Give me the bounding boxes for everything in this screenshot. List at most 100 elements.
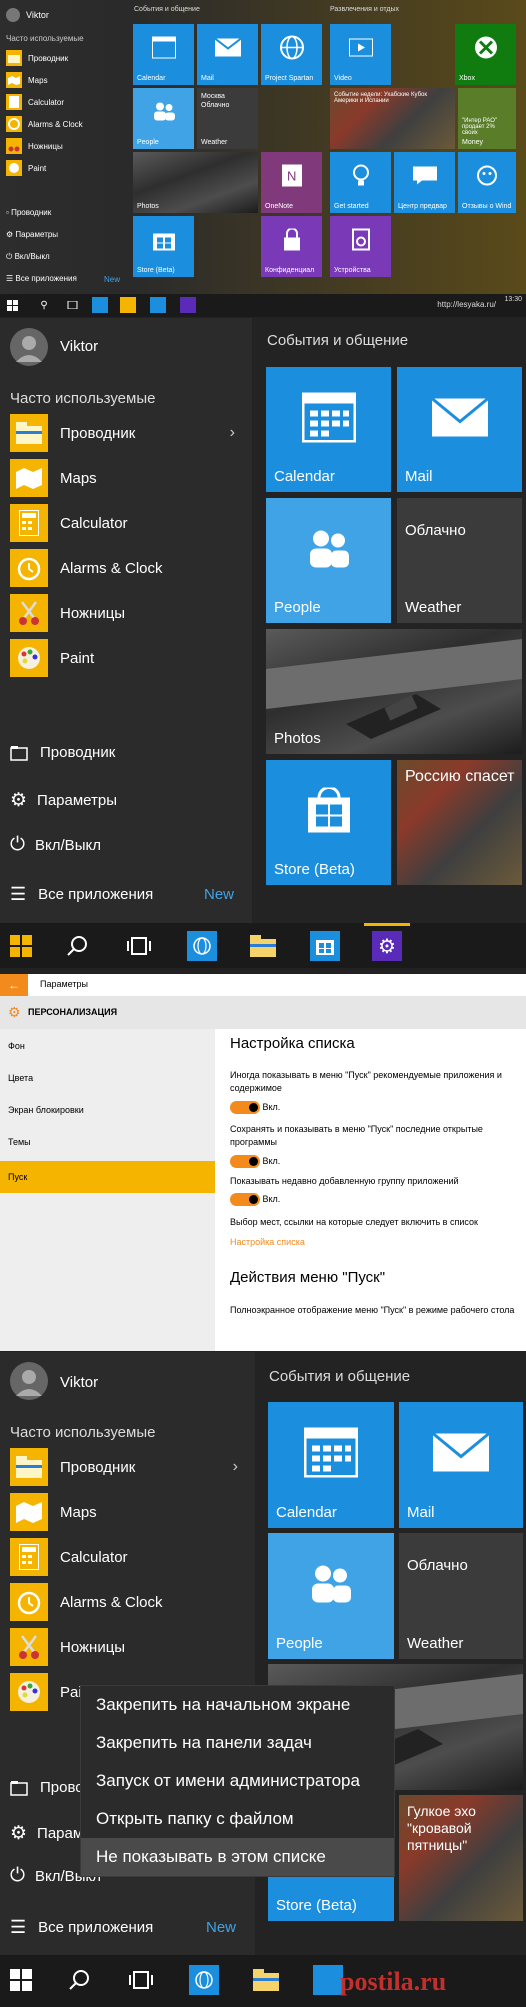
start-button[interactable] [6, 1965, 36, 1995]
nav-item-colors[interactable]: Цвета [8, 1073, 33, 1083]
app-item-paint[interactable]: Paint [10, 639, 94, 677]
app-item-paint[interactable]: Paint [6, 158, 46, 178]
tile-photos[interactable]: Photos [133, 152, 258, 213]
tile-onenote[interactable]: N OneNote [261, 152, 322, 213]
tile-spartan[interactable]: Project Spartan [261, 24, 322, 85]
chevron-right-icon[interactable]: › [230, 424, 235, 442]
search-icon[interactable]: ⚲ [36, 297, 52, 313]
tile-privacy[interactable]: Конфиденциал [261, 216, 322, 277]
bottom-all-apps[interactable]: ☰ Все приложения [10, 1917, 153, 1938]
user-name[interactable]: Viktor [60, 1374, 98, 1391]
bottom-all-apps[interactable]: ☰ Все приложения [6, 274, 77, 283]
settings-taskbar-icon[interactable] [180, 297, 196, 313]
tile-photos[interactable]: Photos [266, 629, 522, 754]
menu-item-open-location[interactable]: Открыть папку с файлом [81, 1800, 394, 1838]
task-view-icon[interactable] [126, 1965, 156, 1995]
app-item-calculator[interactable]: Calculator [10, 1538, 128, 1576]
tile-news[interactable]: Россию спасет [397, 760, 522, 885]
bottom-explorer[interactable]: Проводник [10, 744, 115, 761]
tile-store[interactable]: Store (Beta) [133, 216, 194, 277]
app-item-maps[interactable]: Maps [10, 459, 97, 497]
tile-people[interactable]: People [266, 498, 391, 623]
user-avatar[interactable] [10, 1362, 48, 1400]
search-icon[interactable] [64, 1965, 94, 1995]
bottom-settings[interactable]: ⚙ Параметры [6, 230, 58, 239]
nav-item-lockscreen[interactable]: Экран блокировки [8, 1105, 84, 1115]
app-item-snipping[interactable]: Ножницы [6, 136, 63, 156]
menu-item-pin-taskbar[interactable]: Закрепить на панели задач [81, 1724, 394, 1762]
bottom-explorer[interactable]: ▫ Проводник [6, 208, 51, 217]
nav-item-background[interactable]: Фон [8, 1041, 25, 1051]
settings-taskbar-icon[interactable]: ⚙ [372, 931, 402, 961]
app-item-paint[interactable]: Pai [10, 1673, 82, 1711]
user-name[interactable]: Viktor [60, 338, 98, 355]
menu-item-run-as-admin[interactable]: Запуск от имени администратора [81, 1762, 394, 1800]
search-icon[interactable] [62, 931, 92, 961]
nav-item-start[interactable]: Пуск [0, 1161, 215, 1193]
start-button[interactable] [6, 931, 36, 961]
tile-insider[interactable]: Центр предвар [394, 152, 455, 213]
tile-news-wide[interactable]: Событие недели: Ухабские Кубок Америки и… [330, 88, 455, 149]
app-item-alarms[interactable]: Alarms & Clock [10, 549, 163, 587]
tile-weather[interactable]: Облачно Weather [399, 1533, 523, 1659]
tile-money[interactable]: "Интер РАО" продает 2% своих Money [458, 88, 516, 149]
tile-video[interactable]: Video [330, 24, 391, 85]
option2-toggle[interactable]: Вкл. [230, 1155, 280, 1168]
bottom-power[interactable]: ⏻ Вкл/Выкл [6, 252, 50, 262]
tile-store[interactable]: Store (Beta) [266, 760, 391, 885]
app-item-snipping[interactable]: Ножницы [10, 1628, 125, 1666]
explorer-taskbar-icon[interactable] [248, 931, 278, 961]
start-button[interactable] [4, 297, 20, 313]
tile-weather[interactable]: Облачно Weather [397, 498, 522, 623]
menu-item-pin-start[interactable]: Закрепить на начальном экране [81, 1686, 394, 1724]
tile-devices[interactable]: Устройства [330, 216, 391, 277]
tile-xbox[interactable]: Xbox [455, 24, 516, 85]
bottom-all-apps[interactable]: ☰ Все приложения [10, 884, 153, 905]
explorer-taskbar-icon[interactable] [251, 1965, 281, 1995]
app-item-alarms[interactable]: Alarms & Clock [6, 114, 83, 134]
task-view-icon[interactable] [64, 297, 80, 313]
app-item-maps[interactable]: Maps [10, 1493, 97, 1531]
tile-calendar[interactable]: Calendar [266, 367, 391, 492]
tile-people[interactable]: People [268, 1533, 394, 1659]
bottom-power[interactable]: ⏻ Вкл/Выкл [10, 834, 101, 856]
task-view-icon[interactable] [124, 931, 154, 961]
nav-item-themes[interactable]: Темы [8, 1137, 31, 1147]
spartan-taskbar-icon[interactable] [189, 1965, 219, 1995]
app-item-explorer[interactable]: Проводник › [10, 1448, 238, 1486]
back-button[interactable]: ← [0, 974, 28, 996]
tile-news[interactable]: Гулкое эхо "кровавой пятницы" [399, 1795, 523, 1921]
app-item-calculator[interactable]: Calculator [10, 504, 128, 542]
tile-feedback[interactable]: Отзывы о Wind [458, 152, 516, 213]
app-item-alarms[interactable]: Alarms & Clock [10, 1583, 163, 1621]
app-item-explorer[interactable]: Проводник › [10, 414, 235, 452]
option1-toggle[interactable]: Вкл. [230, 1101, 280, 1114]
tile-mail[interactable]: Mail [197, 24, 258, 85]
bottom-settings[interactable]: ⚙ Параметры [10, 789, 117, 812]
tile-mail[interactable]: Mail [399, 1402, 523, 1528]
app-item-calculator[interactable]: Calculator [6, 92, 64, 112]
menu-item-dont-show[interactable]: Не показывать в этом списке [81, 1838, 394, 1876]
spartan-taskbar-icon[interactable] [92, 297, 108, 313]
tile-weather[interactable]: Москва Облачно Weather [197, 88, 258, 149]
spartan-taskbar-icon[interactable] [187, 931, 217, 961]
bottom-settings[interactable]: ⚙ Парам [10, 1822, 83, 1845]
store-taskbar-icon[interactable] [310, 931, 340, 961]
tile-get-started[interactable]: Get started [330, 152, 391, 213]
store-taskbar-icon[interactable] [150, 297, 166, 313]
option3-toggle[interactable]: Вкл. [230, 1193, 280, 1206]
tile-calendar[interactable]: Calendar [268, 1402, 394, 1528]
app-item-maps[interactable]: Maps [6, 70, 48, 90]
tile-calendar[interactable]: Calendar [133, 24, 194, 85]
store-taskbar-icon[interactable] [313, 1965, 343, 1995]
user-avatar[interactable] [10, 328, 48, 366]
user-name[interactable]: Viktor [26, 10, 49, 20]
tile-people[interactable]: People [133, 88, 194, 149]
app-item-explorer[interactable]: Проводник [6, 48, 68, 68]
tray-clock[interactable]: 13:30 [504, 296, 522, 303]
explorer-taskbar-icon[interactable] [120, 297, 136, 313]
pick-folders-link[interactable]: Настройка списка [230, 1237, 305, 1247]
bottom-explorer[interactable]: Прово [10, 1779, 84, 1796]
tile-mail[interactable]: Mail [397, 367, 522, 492]
user-avatar[interactable] [6, 8, 20, 22]
